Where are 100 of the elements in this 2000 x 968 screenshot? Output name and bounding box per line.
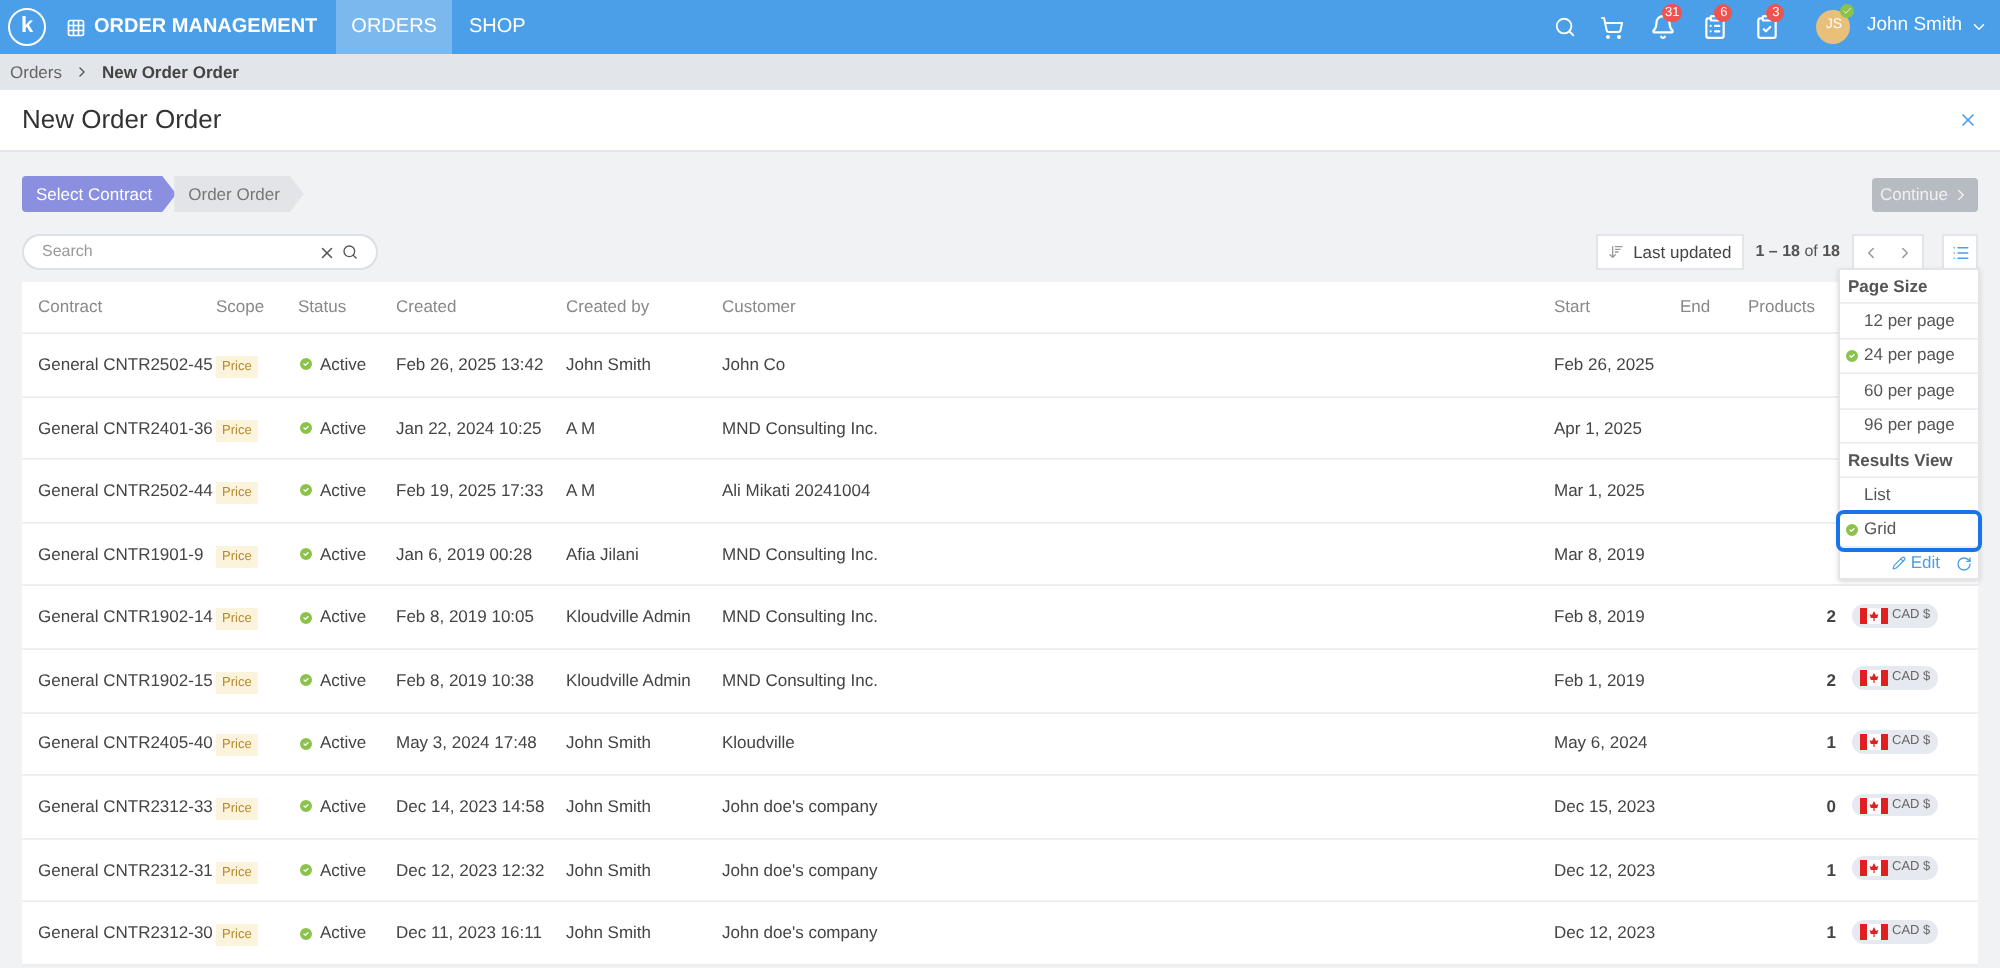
table-cell-text: Ali Mikati 20241004 bbox=[722, 478, 873, 504]
clipboard-check-icon[interactable] bbox=[1753, 14, 1780, 40]
table-cell-text: General CNTR2405-40 bbox=[36, 730, 215, 757]
user-menu[interactable]: John Smith bbox=[1866, 12, 1988, 42]
next-icon[interactable] bbox=[1896, 243, 1914, 261]
table-cell-text: Feb 1, 2019 bbox=[1554, 667, 1647, 694]
step-tab[interactable]: Select Contract bbox=[22, 176, 177, 212]
table-cell-text: General CNTR1902-15 bbox=[36, 667, 215, 694]
table-cell-text: Feb 8, 2019 bbox=[1554, 604, 1647, 631]
status-label: Active bbox=[320, 794, 367, 820]
step-tab[interactable]: Order Order bbox=[174, 176, 304, 212]
check-circle-icon bbox=[298, 862, 314, 879]
search-input[interactable]: Search bbox=[42, 240, 318, 264]
refresh-icon[interactable] bbox=[1956, 555, 1972, 571]
flag-icon bbox=[1860, 923, 1888, 940]
column-header: End bbox=[1680, 294, 1713, 320]
check-circle-icon bbox=[1844, 347, 1860, 364]
check-circle-icon bbox=[298, 356, 314, 373]
menu-item[interactable]: 60 per page bbox=[1840, 374, 1978, 409]
clipboard-icon[interactable] bbox=[1701, 14, 1728, 40]
search-field[interactable]: Search bbox=[22, 234, 378, 270]
clear-icon[interactable] bbox=[318, 243, 336, 261]
chevron-icon bbox=[1952, 185, 1970, 203]
close-icon[interactable] bbox=[1958, 110, 1978, 130]
flag-icon bbox=[1860, 797, 1888, 814]
table-cell-text: Dec 12, 2023 12:32 bbox=[396, 857, 547, 883]
logo[interactable]: k bbox=[8, 8, 46, 46]
table-cell-text: Feb 26, 2025 13:42 bbox=[396, 351, 546, 378]
pagination-text: 1 – 18 of 18 bbox=[1755, 240, 1840, 264]
check-circle-icon bbox=[298, 798, 314, 815]
table-cell-text: Dec 14, 2023 14:58 bbox=[396, 794, 547, 820]
table-cell-text: A M bbox=[566, 478, 598, 504]
column-header: Products bbox=[1748, 294, 1818, 320]
sort-button[interactable]: Last updated bbox=[1595, 234, 1744, 270]
flag-icon bbox=[1860, 670, 1888, 687]
menu-item[interactable]: List bbox=[1840, 478, 1978, 513]
search-icon[interactable] bbox=[342, 244, 358, 260]
table-cell: 1 bbox=[1826, 922, 1836, 943]
flag-icon bbox=[1860, 607, 1888, 624]
nav-tab[interactable]: SHOP bbox=[452, 0, 542, 54]
table-cell: 2 bbox=[1826, 606, 1836, 627]
flag-icon bbox=[1860, 733, 1888, 750]
cart-icon[interactable] bbox=[1600, 15, 1625, 39]
table-cell-text: Apr 1, 2025 bbox=[1554, 415, 1644, 441]
table-cell-text: Dec 15, 2023 bbox=[1554, 794, 1658, 820]
table-cell-text: Feb 19, 2025 17:33 bbox=[396, 478, 546, 504]
status-label: Active bbox=[320, 667, 367, 694]
breadcrumb-item[interactable]: Orders bbox=[10, 59, 62, 85]
menu-section-title: Page Size bbox=[1840, 270, 1978, 304]
status-label: Active bbox=[320, 351, 367, 378]
table-cell-text: General CNTR2401-36 bbox=[36, 415, 215, 441]
check-circle-icon bbox=[298, 925, 314, 942]
table-cell: 1 bbox=[1826, 732, 1836, 753]
menu-item[interactable]: 24 per page bbox=[1840, 339, 1978, 374]
table-cell: 2 bbox=[1826, 669, 1836, 690]
edit-link[interactable]: Edit bbox=[1892, 550, 1940, 576]
table-cell-text: Jan 6, 2019 00:28 bbox=[396, 541, 535, 567]
check-circle-icon bbox=[298, 482, 314, 499]
table-cell-text: MND Consulting Inc. bbox=[722, 541, 880, 567]
check-circle-icon bbox=[298, 419, 314, 436]
table-cell-text: John Smith bbox=[566, 351, 654, 378]
column-header: Status bbox=[298, 294, 349, 320]
table-cell-text: Feb 8, 2019 10:38 bbox=[396, 667, 537, 694]
menu-item[interactable]: 96 per page bbox=[1840, 409, 1978, 444]
menu-icon bbox=[1951, 243, 1969, 261]
table-cell-text: John Smith bbox=[566, 730, 654, 757]
table-cell-text: Dec 12, 2023 bbox=[1554, 857, 1658, 883]
nav-tab[interactable]: ORDERS bbox=[335, 0, 453, 54]
table-cell-text: General CNTR2502-44 bbox=[36, 478, 215, 504]
view-menu-button[interactable] bbox=[1942, 234, 1978, 270]
column-header: Scope bbox=[216, 294, 267, 320]
previous-icon[interactable] bbox=[1862, 243, 1880, 261]
check-circle-icon bbox=[298, 735, 314, 752]
page-title: New Order Order bbox=[22, 102, 222, 139]
table-cell-text: John Smith bbox=[566, 857, 654, 883]
status-label: Active bbox=[320, 478, 367, 504]
table-cell-text: General CNTR1901-9 bbox=[36, 541, 206, 567]
table-cell-text: MND Consulting Inc. bbox=[722, 415, 880, 441]
table-cell-text: Kloudville Admin bbox=[566, 667, 693, 694]
table-cell-text: Dec 12, 2023 bbox=[1554, 920, 1658, 947]
status-label: Active bbox=[320, 604, 367, 631]
bell-icon[interactable] bbox=[1649, 14, 1676, 40]
table-cell-text: General CNTR2312-30 bbox=[36, 920, 215, 947]
table-cell: 1 bbox=[1826, 859, 1836, 880]
table-cell-text: John Smith bbox=[566, 920, 654, 947]
table-cell-text: John Co bbox=[722, 351, 788, 378]
table-cell-text: Mar 1, 2025 bbox=[1554, 478, 1647, 504]
breadcrumb-item: New Order Order bbox=[101, 59, 239, 85]
status-label: Active bbox=[320, 857, 367, 883]
menu-item[interactable]: 12 per page bbox=[1840, 304, 1978, 339]
menu-item[interactable]: Grid bbox=[1840, 513, 1978, 548]
check-circle-icon bbox=[1844, 521, 1860, 538]
table-cell-text: General CNTR1902-14 bbox=[36, 604, 215, 631]
status-label: Active bbox=[320, 415, 367, 441]
table-cell-text: Jan 22, 2024 10:25 bbox=[396, 415, 544, 441]
table-cell-text: A M bbox=[566, 415, 598, 441]
column-header: Created bbox=[396, 294, 459, 320]
column-header: Customer bbox=[722, 294, 798, 320]
table-cell-text: Feb 26, 2025 bbox=[1554, 351, 1657, 378]
table-cell-text: MND Consulting Inc. bbox=[722, 667, 880, 694]
